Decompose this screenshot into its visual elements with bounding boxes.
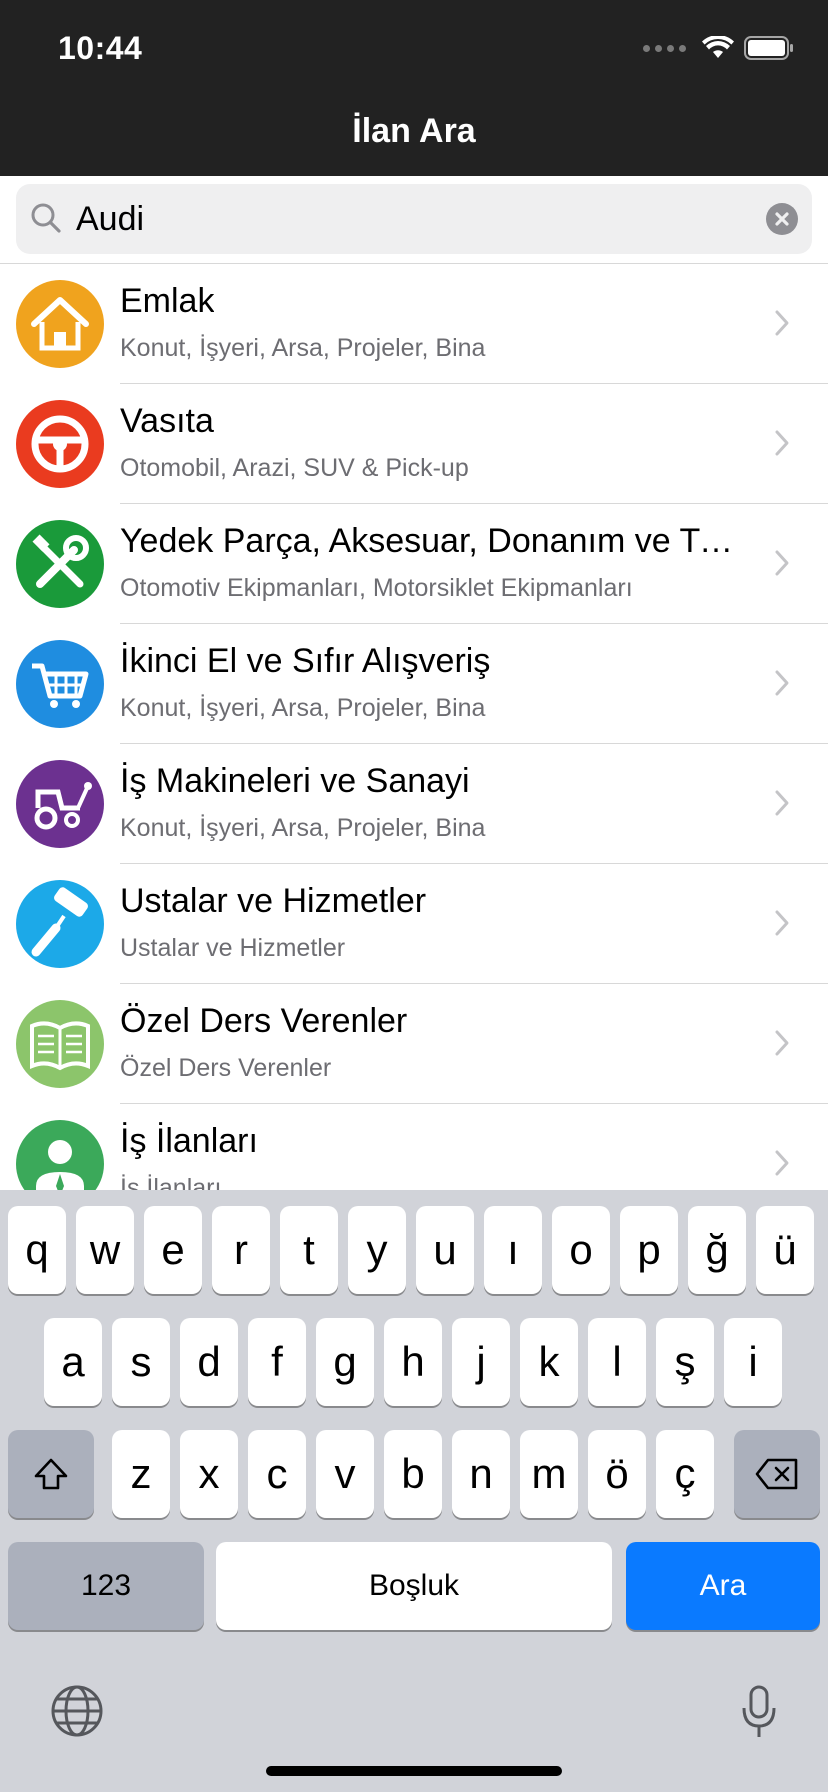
wifi-icon [702,36,734,58]
key-f[interactable]: f [248,1318,306,1406]
category-title: Emlak [120,282,215,320]
list-item[interactable]: Emlak Konut, İşyeri, Arsa, Projeler, Bin… [0,264,828,384]
cart-icon [16,640,104,728]
key-p[interactable]: p [620,1206,678,1294]
key-y[interactable]: y [348,1206,406,1294]
chevron-right-icon [775,910,789,936]
key-g-breve[interactable]: ğ [688,1206,746,1294]
category-title: Vasıta [120,402,214,440]
house-icon [16,280,104,368]
key-r[interactable]: r [212,1206,270,1294]
paint-roller-icon [16,880,104,968]
clear-search-button[interactable] [766,203,798,235]
search-input[interactable] [76,184,756,254]
key-dotless-i[interactable]: ı [484,1206,542,1294]
battery-icon [744,36,793,60]
key-s-cedilla[interactable]: ş [656,1318,714,1406]
list-item[interactable]: Özel Ders Verenler Özel Ders Verenler [0,984,828,1104]
close-icon [775,212,789,226]
key-c[interactable]: c [248,1430,306,1518]
category-subtitle: Konut, İşyeri, Arsa, Projeler, Bina [120,334,486,362]
search-field[interactable] [16,184,812,254]
category-subtitle: Ustalar ve Hizmetler [120,934,346,962]
key-o[interactable]: o [552,1206,610,1294]
key-w[interactable]: w [76,1206,134,1294]
chevron-right-icon [775,310,789,336]
key-d[interactable]: d [180,1318,238,1406]
space-key[interactable]: Boşluk [216,1542,612,1630]
key-g[interactable]: g [316,1318,374,1406]
cellular-signal-icon [643,44,686,52]
navigation-bar: 10:44 İlan Ara [0,0,828,176]
category-title: İş İlanları [120,1122,258,1160]
category-title: Özel Ders Verenler [120,1002,408,1040]
tools-icon [16,520,104,608]
page-title: İlan Ara [352,112,476,150]
key-z[interactable]: z [112,1430,170,1518]
list-item[interactable]: İş İlanları İş İlanları [0,1104,828,1190]
category-subtitle: İş İlanları [120,1174,222,1190]
backspace-icon [755,1458,798,1490]
key-b[interactable]: b [384,1430,442,1518]
home-indicator [266,1766,562,1776]
list-item[interactable]: Vasıta Otomobil, Arazi, SUV & Pick-up [0,384,828,504]
key-q[interactable]: q [8,1206,66,1294]
category-title: Ustalar ve Hizmetler [120,882,427,920]
category-subtitle: Konut, İşyeri, Arsa, Projeler, Bina [120,694,486,722]
category-subtitle: Otomotiv Ekipmanları, Motorsiklet Ekipma… [120,574,633,602]
list-item[interactable]: Yedek Parça, Aksesuar, Donanım ve Tu... … [0,504,828,624]
delete-key[interactable] [734,1430,820,1518]
status-indicators [643,36,794,60]
tractor-icon [16,760,104,848]
search-icon [31,203,61,233]
chevron-right-icon [775,790,789,816]
list-item[interactable]: İş Makineleri ve Sanayi Konut, İşyeri, A… [0,744,828,864]
shift-key[interactable] [8,1430,94,1518]
status-time: 10:44 [58,30,143,66]
chevron-right-icon [775,430,789,456]
category-subtitle: Özel Ders Verenler [120,1054,332,1082]
numbers-key[interactable]: 123 [8,1542,204,1630]
key-t[interactable]: t [280,1206,338,1294]
keyboard: q w e r t y u ı o p ğ ü a s d f g h j k … [0,1190,828,1792]
list-item[interactable]: İkinci El ve Sıfır Alışveriş Konut, İşye… [0,624,828,744]
key-u-umlaut[interactable]: ü [756,1206,814,1294]
chevron-right-icon [775,670,789,696]
chevron-right-icon [775,550,789,576]
shift-icon [34,1458,68,1490]
chevron-right-icon [775,1150,789,1176]
category-subtitle: Konut, İşyeri, Arsa, Projeler, Bina [120,814,486,842]
key-h[interactable]: h [384,1318,442,1406]
key-k[interactable]: k [520,1318,578,1406]
category-title: İkinci El ve Sıfır Alışveriş [120,642,491,680]
search-bar [0,176,828,264]
search-key[interactable]: Ara [626,1542,820,1630]
book-icon [16,1000,104,1088]
microphone-icon[interactable] [740,1684,778,1740]
key-v[interactable]: v [316,1430,374,1518]
category-title: İş Makineleri ve Sanayi [120,762,470,800]
key-s[interactable]: s [112,1318,170,1406]
globe-icon[interactable] [50,1684,104,1738]
category-subtitle: Otomobil, Arazi, SUV & Pick-up [120,454,469,482]
key-x[interactable]: x [180,1430,238,1518]
list-item[interactable]: Ustalar ve Hizmetler Ustalar ve Hizmetle… [0,864,828,984]
chevron-right-icon [775,1030,789,1056]
key-m[interactable]: m [520,1430,578,1518]
key-u[interactable]: u [416,1206,474,1294]
key-l[interactable]: l [588,1318,646,1406]
person-icon [16,1120,104,1190]
steering-wheel-icon [16,400,104,488]
key-i[interactable]: i [724,1318,782,1406]
key-o-umlaut[interactable]: ö [588,1430,646,1518]
key-c-cedilla[interactable]: ç [656,1430,714,1518]
key-a[interactable]: a [44,1318,102,1406]
category-title: Yedek Parça, Aksesuar, Donanım ve Tu... [120,522,740,560]
key-n[interactable]: n [452,1430,510,1518]
key-j[interactable]: j [452,1318,510,1406]
category-list: Emlak Konut, İşyeri, Arsa, Projeler, Bin… [0,264,828,1190]
key-e[interactable]: e [144,1206,202,1294]
